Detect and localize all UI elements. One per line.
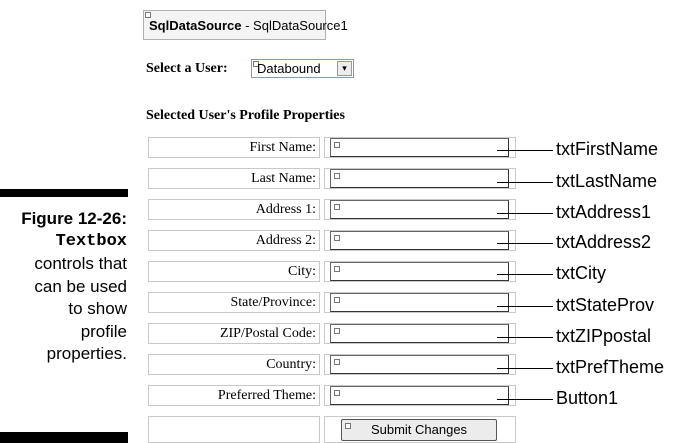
caption-line: can be used [34, 276, 127, 296]
callout-label: txtStateProv [556, 295, 655, 315]
control-glyph-icon [145, 12, 151, 18]
country-textbox[interactable] [330, 355, 509, 374]
figure-caption: Figure 12-26: Textbox controls that can … [0, 208, 127, 366]
field-label: Address 1: [148, 199, 320, 220]
callout-line [497, 182, 553, 183]
sqldatasource-control[interactable]: SqlDataSource - SqlDataSource1 [143, 10, 348, 40]
datasource-separator: - [241, 18, 254, 33]
figure-number: Figure 12-26: [21, 209, 127, 228]
caption-line: controls that [34, 254, 127, 273]
callout-label: txtFirstName [556, 139, 659, 159]
callout-line [497, 337, 553, 338]
field-label: Country: [148, 354, 320, 375]
zip-postal-textbox[interactable] [330, 324, 509, 343]
field-label: Last Name: [148, 168, 320, 189]
control-glyph-icon [345, 423, 351, 429]
preferred-theme-textbox[interactable] [330, 386, 509, 405]
field-label: Address 2: [148, 230, 320, 251]
control-glyph-icon [334, 235, 340, 241]
callout-label: txtZIPpostal [556, 326, 652, 346]
control-glyph-icon [334, 390, 340, 396]
callout-line [497, 399, 553, 400]
caption-rule-top [0, 189, 128, 197]
callout-line [497, 243, 553, 244]
callout-label: Button1 [556, 388, 619, 408]
empty-label-cell [148, 416, 320, 443]
callout-label: txtPrefTheme [556, 357, 665, 377]
callout-label: txtLastName [556, 171, 658, 191]
select-user-label: Select a User: [146, 61, 228, 76]
submit-changes-label: Submit Changes [370, 422, 468, 437]
control-glyph-icon [334, 204, 340, 210]
control-glyph-icon [334, 142, 340, 148]
control-glyph-icon [334, 328, 340, 334]
caption-code-word: Textbox [55, 231, 127, 251]
datasource-id: SqlDataSource1 [253, 18, 348, 33]
callout-line [497, 213, 553, 214]
control-glyph-icon [334, 173, 340, 179]
callout-line [497, 368, 553, 369]
user-dropdown-value: Databound [257, 61, 321, 76]
datasource-type: SqlDataSource [149, 18, 242, 33]
callout-line [497, 306, 553, 307]
control-glyph-icon [334, 297, 340, 303]
caption-rule-bottom [0, 432, 128, 443]
control-glyph-icon [334, 359, 340, 365]
user-dropdown[interactable]: Databound ▾ [251, 59, 354, 78]
state-province-textbox[interactable] [330, 293, 509, 312]
caption-line: to show [68, 299, 127, 318]
caption-line: properties. [46, 344, 127, 363]
control-glyph-icon [334, 266, 340, 272]
field-label: State/Province: [148, 292, 320, 313]
field-label: ZIP/Postal Code: [148, 323, 320, 344]
callout-line [497, 150, 553, 151]
address2-textbox[interactable] [330, 231, 509, 250]
section-title: Selected User's Profile Properties [146, 108, 345, 123]
address1-textbox[interactable] [330, 200, 509, 219]
callout-line [497, 274, 553, 275]
callout-label: txtAddress2 [556, 232, 652, 252]
callout-label: txtAddress1 [556, 202, 652, 222]
last-name-textbox[interactable] [330, 169, 509, 188]
callout-label: txtCity [556, 263, 607, 283]
field-label: City: [148, 261, 320, 282]
city-textbox[interactable] [330, 262, 509, 281]
caption-line: profile [80, 321, 127, 341]
submit-changes-button[interactable]: Submit Changes [341, 419, 497, 441]
first-name-textbox[interactable] [330, 138, 509, 157]
field-label: First Name: [148, 137, 320, 158]
field-label: Preferred Theme: [148, 385, 320, 406]
chevron-down-icon[interactable]: ▾ [337, 61, 352, 76]
